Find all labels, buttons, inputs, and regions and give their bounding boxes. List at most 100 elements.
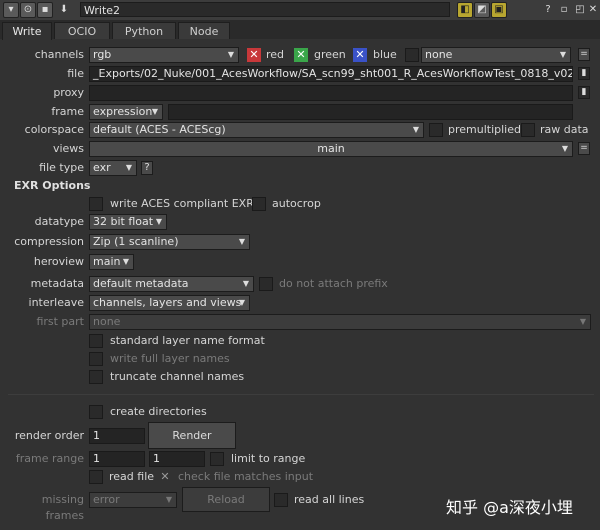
read-all-lines-checkbox[interactable] (274, 493, 288, 507)
heroview-dropdown[interactable]: main ▼ (89, 254, 134, 270)
frame-mode-value: expression (93, 105, 153, 118)
truncate-label: truncate channel names (110, 370, 245, 383)
interleave-dropdown[interactable]: channels, layers and views ▼ (89, 295, 250, 311)
datatype-dropdown[interactable]: 32 bit float ▼ (89, 214, 167, 230)
premultiplied-label: premultiplied (448, 123, 521, 136)
write-aces-checkbox[interactable] (89, 197, 103, 211)
chevron-down-icon: ▼ (412, 125, 419, 134)
interleave-value: channels, layers and views (93, 296, 242, 309)
render-order-field[interactable]: 1 (89, 428, 145, 444)
metadata-dropdown[interactable]: default metadata ▼ (89, 276, 254, 292)
tab-node[interactable]: Node (178, 22, 230, 39)
proxy-field[interactable] (89, 85, 573, 101)
full-layer-label: write full layer names (110, 352, 230, 365)
limit-range-label: limit to range (231, 452, 306, 465)
frame-expression-field[interactable] (168, 104, 573, 120)
frame-range-end-field[interactable]: 1 (149, 451, 205, 467)
frame-range-label: frame range (15, 452, 84, 465)
file-type-value: exr (93, 161, 111, 174)
standard-layer-checkbox[interactable] (89, 334, 103, 348)
chevron-down-icon: ▼ (242, 279, 249, 288)
truncate-checkbox[interactable] (89, 370, 103, 384)
compression-dropdown[interactable]: Zip (1 scanline) ▼ (89, 234, 250, 250)
first-part-value: none (93, 315, 121, 328)
help-color-icon[interactable]: ▣ (491, 2, 507, 18)
frame-mode-dropdown[interactable]: expression ▼ (89, 104, 163, 120)
node-name-field[interactable]: Write2 (80, 2, 450, 17)
channels-label: channels (34, 48, 84, 61)
missing-frames-label: missing frames (41, 493, 84, 522)
chevron-down-icon: ▼ (561, 144, 568, 153)
raw-data-checkbox[interactable] (521, 123, 535, 137)
tab-write[interactable]: Write (2, 22, 52, 40)
file-type-dropdown[interactable]: exr ▼ (89, 160, 137, 176)
color-swatch-icon[interactable]: ◧ (457, 2, 473, 18)
views-value: main (317, 142, 345, 155)
views-dropdown[interactable]: main ▼ (89, 141, 573, 157)
write-node-icon: ⬇ (56, 2, 72, 18)
create-directories-checkbox[interactable] (89, 405, 103, 419)
color-swatch-2-icon[interactable]: ◩ (474, 2, 490, 18)
autocrop-label: autocrop (272, 197, 321, 210)
premultiplied-checkbox[interactable] (429, 123, 443, 137)
no-prefix-checkbox[interactable] (259, 277, 273, 291)
autocrop-checkbox[interactable] (252, 197, 266, 211)
colorspace-dropdown[interactable]: default (ACES - ACEScg) ▼ (89, 122, 424, 138)
file-type-help-button[interactable]: ? (141, 161, 153, 175)
no-prefix-label: do not attach prefix (279, 277, 388, 290)
read-all-lines-label: read all lines (294, 493, 365, 506)
check-file-label: check file matches input (178, 470, 314, 483)
chevron-down-icon: ▼ (579, 317, 586, 326)
write-aces-label: write ACES compliant EXR (110, 197, 254, 210)
minimize-icon[interactable]: ▫ (556, 2, 572, 18)
lock-icon[interactable]: ▪ (37, 2, 53, 18)
interleave-label: interleave (28, 296, 84, 309)
render-button[interactable]: Render (148, 422, 236, 449)
heroview-label: heroview (33, 255, 84, 268)
red-checkbox[interactable]: ✕ (247, 48, 261, 62)
chevron-down-icon: ▼ (559, 50, 566, 59)
center-icon[interactable]: ⊙ (20, 2, 36, 18)
colorspace-label: colorspace (24, 123, 84, 136)
frame-range-start-field[interactable]: 1 (89, 451, 145, 467)
read-file-checkbox[interactable] (89, 470, 103, 484)
limit-range-checkbox[interactable] (210, 452, 224, 466)
proxy-label: proxy (53, 86, 84, 99)
chevron-down-icon: ▼ (238, 237, 245, 246)
reload-button[interactable]: Reload (182, 487, 270, 512)
missing-frames-dropdown[interactable]: error ▼ (89, 492, 177, 508)
tab-python[interactable]: Python (112, 22, 176, 39)
full-layer-checkbox[interactable] (89, 352, 103, 366)
exr-options-heading: EXR Options (14, 179, 91, 192)
tab-ocio[interactable]: OCIO (54, 22, 110, 39)
check-file-checkbox[interactable]: ✕ (158, 470, 172, 484)
channels-expand-icon[interactable]: = (578, 48, 590, 61)
first-part-dropdown[interactable]: none ▼ (89, 314, 591, 330)
chevron-down-icon: ▼ (151, 107, 158, 116)
channels-dropdown[interactable]: rgb ▼ (89, 47, 239, 63)
raw-data-label: raw data (540, 123, 589, 136)
watermark: 知乎 @a深夜小埋 (446, 498, 573, 517)
extra-channel-dropdown[interactable]: none ▼ (421, 47, 571, 63)
close-icon[interactable]: ✕ (586, 2, 600, 18)
compression-label: compression (14, 235, 84, 248)
proxy-folder-icon[interactable]: ▮ (578, 86, 590, 99)
file-path-field[interactable]: _Exports/02_Nuke/001_AcesWorkflow/SA_scn… (89, 66, 573, 82)
alpha-checkbox[interactable] (405, 48, 419, 62)
views-expand-icon[interactable]: = (578, 142, 590, 155)
colorspace-value: default (ACES - ACEScg) (93, 123, 226, 136)
file-label: file (67, 67, 84, 80)
green-checkbox[interactable]: ✕ (294, 48, 308, 62)
datatype-value: 32 bit float (93, 215, 154, 228)
chevron-down-icon: ▼ (165, 495, 172, 504)
blue-checkbox[interactable]: ✕ (353, 48, 367, 62)
help-icon[interactable]: ? (540, 2, 556, 18)
heroview-value: main (93, 255, 121, 268)
file-type-label: file type (39, 161, 84, 174)
section-divider (8, 394, 594, 395)
standard-layer-label: standard layer name format (110, 334, 265, 347)
node-icon[interactable]: ▾ (3, 2, 19, 18)
first-part-label: first part (36, 315, 84, 328)
red-label: red (266, 48, 285, 61)
folder-icon[interactable]: ▮ (578, 67, 590, 80)
